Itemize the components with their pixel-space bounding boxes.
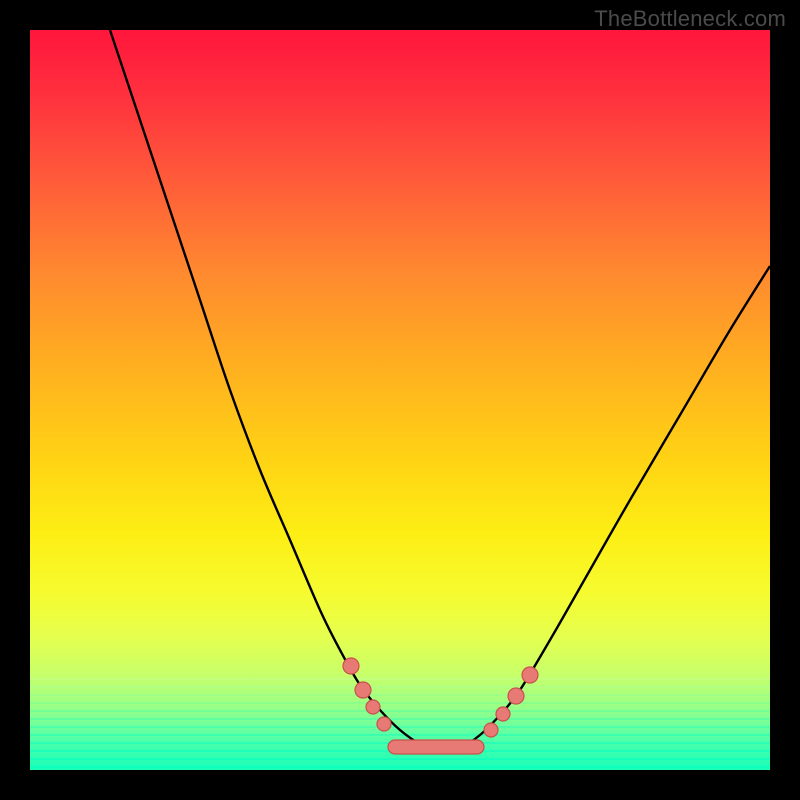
outer-frame: TheBottleneck.com bbox=[0, 0, 800, 800]
marker-bead bbox=[343, 658, 359, 674]
marker-bead bbox=[496, 707, 510, 721]
chart-svg bbox=[30, 30, 770, 770]
marker-bead bbox=[366, 700, 380, 714]
plot-area bbox=[30, 30, 770, 770]
marker-bead bbox=[484, 723, 498, 737]
marker-bead bbox=[355, 682, 371, 698]
marker-bar bbox=[388, 740, 484, 754]
marker-bead bbox=[522, 667, 538, 683]
watermark-text: TheBottleneck.com bbox=[594, 6, 786, 32]
marker-bead bbox=[377, 717, 391, 731]
bottleneck-curve bbox=[110, 30, 770, 752]
marker-bead bbox=[508, 688, 524, 704]
